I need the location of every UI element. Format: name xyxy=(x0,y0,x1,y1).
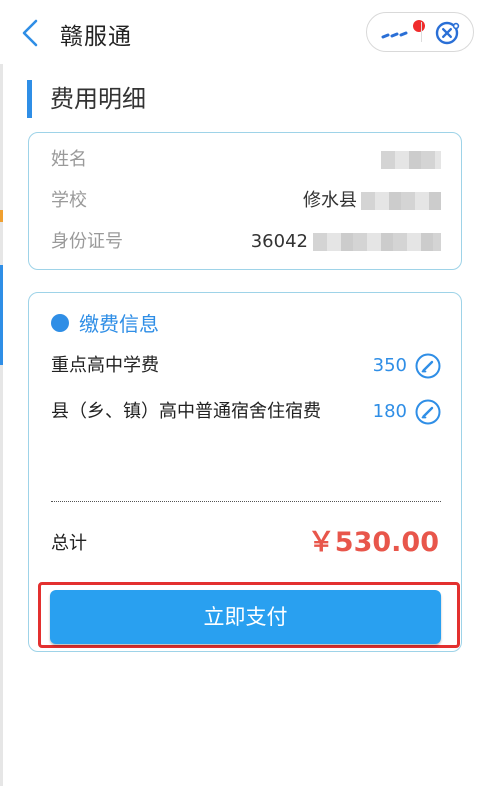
fee-item-amount: 180 xyxy=(372,401,407,422)
redacted-mosaic xyxy=(361,192,441,210)
student-info-card: 姓名 学校 修水县 身份证号 36042 xyxy=(28,132,462,270)
info-row-id: 身份证号 36042 xyxy=(51,227,441,257)
redacted-mosaic xyxy=(313,233,441,251)
edge-mark-blue xyxy=(0,265,3,365)
blue-dot-icon xyxy=(51,314,69,332)
id-label: 身份证号 xyxy=(51,231,123,252)
capsule-divider xyxy=(421,22,422,42)
total-label: 总计 xyxy=(51,533,87,554)
section-title: 费用明细 xyxy=(27,80,146,118)
redacted-mosaic xyxy=(381,151,441,169)
pay-now-button[interactable]: 立即支付 xyxy=(50,590,441,644)
back-button[interactable] xyxy=(16,18,46,48)
fee-item: 县（乡、镇）高中普通宿舍住宿费 180 xyxy=(51,397,441,481)
fee-item: 重点高中学费 350 xyxy=(51,351,441,393)
chevron-left-icon xyxy=(22,19,38,47)
name-label: 姓名 xyxy=(51,149,87,170)
school-label: 学校 xyxy=(51,190,87,211)
edit-button[interactable] xyxy=(415,353,441,379)
left-edge-strip xyxy=(0,0,3,786)
edit-button[interactable] xyxy=(415,399,441,425)
fee-item-name: 县（乡、镇）高中普通宿舍住宿费 xyxy=(51,401,321,422)
dotted-divider xyxy=(51,501,441,502)
top-bar: 赣服通 xyxy=(0,0,486,64)
more-button[interactable] xyxy=(375,17,425,47)
mini-program-capsule xyxy=(366,12,474,52)
close-circle-icon xyxy=(435,21,460,45)
total-amount: ￥530.00 xyxy=(307,527,439,558)
close-button[interactable] xyxy=(431,18,463,48)
info-row-school: 学校 修水县 xyxy=(51,186,441,216)
info-row-name: 姓名 xyxy=(51,145,441,175)
edit-pencil-icon xyxy=(415,353,441,379)
fee-item-name: 重点高中学费 xyxy=(51,355,159,376)
school-value: 修水县 xyxy=(303,190,357,211)
id-value: 36042 xyxy=(250,231,308,252)
fee-info-title: 缴费信息 xyxy=(79,312,159,336)
notification-dot xyxy=(413,20,425,32)
edge-mark-orange xyxy=(0,210,3,222)
edit-pencil-icon xyxy=(415,399,441,425)
more-dots-icon xyxy=(381,31,408,39)
fee-item-amount: 350 xyxy=(372,355,407,376)
app-title: 赣服通 xyxy=(60,24,132,50)
